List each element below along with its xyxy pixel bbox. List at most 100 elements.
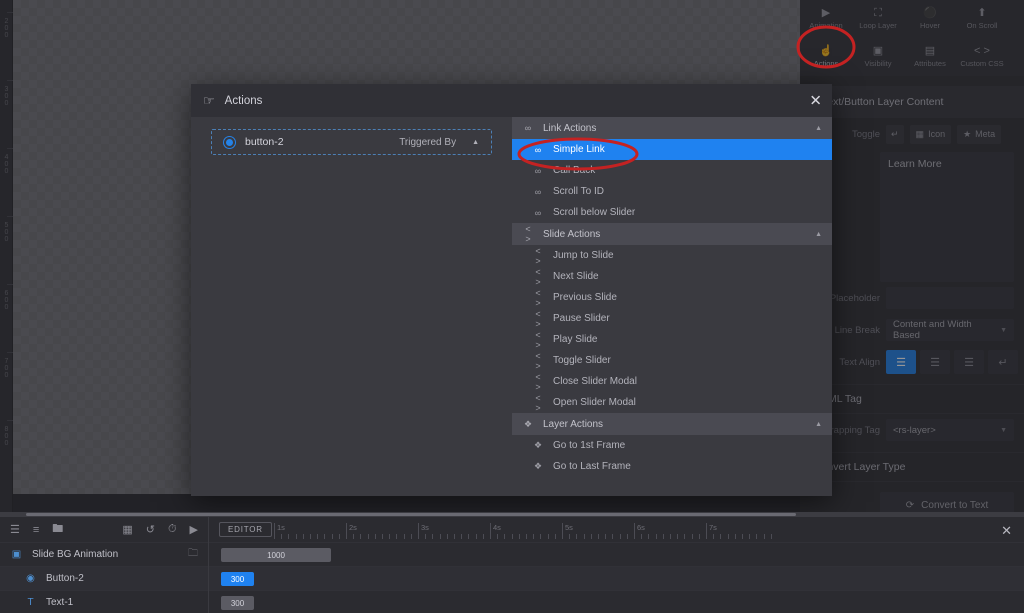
modal-body: button-2 Triggered By ▲ ∞ Link Actions ▲ ∞ S…: [191, 117, 832, 496]
modal-title: Actions: [224, 94, 263, 107]
toolbar-item-hover[interactable]: ⚫ Hover: [904, 0, 956, 38]
meta-chip[interactable]: ★ Meta: [957, 124, 1002, 144]
action-item-previous-slide[interactable]: < > Previous Slide: [512, 287, 832, 308]
action-item-go-to-1st-frame[interactable]: ❖ Go to 1st Frame: [512, 435, 832, 456]
action-item-toggle-slider[interactable]: < > Toggle Slider: [512, 350, 832, 371]
ruler-minor-tick: [504, 534, 506, 539]
timeline-bar[interactable]: 1000: [221, 548, 331, 562]
ruler-minor-tick: [353, 534, 355, 539]
radio-dot-icon: [224, 136, 235, 148]
ruler-minor-tick: [382, 534, 383, 539]
chevron-down-icon: ▼: [1000, 426, 1007, 434]
folder-icon[interactable]: 🖿: [52, 520, 63, 539]
timeline-track[interactable]: 300: [209, 590, 1024, 613]
align-justify-icon[interactable]: ↵: [988, 350, 1018, 374]
action-item-label: Simple Link: [553, 144, 605, 155]
layers-icon: ❖: [533, 440, 543, 450]
timeline-row[interactable]: ◉ Button-2: [0, 566, 208, 590]
ruler-minor-tick: [734, 534, 736, 539]
actions-list-pane[interactable]: ∞ Link Actions ▲ ∞ Simple Link ∞ Call Back ∞ Scr…: [512, 117, 832, 496]
ruler-minor-tick: [497, 534, 499, 539]
toolbar-item-loop-layer[interactable]: ⛶ Loop Layer: [852, 0, 904, 38]
ruler-minor-tick: [691, 534, 693, 539]
ruler-second-label: 5s: [565, 523, 573, 532]
toolbar-item-animation[interactable]: ▶ Animation: [800, 0, 852, 38]
icon-chip[interactable]: ▦ Icon: [909, 124, 952, 144]
timeline-row[interactable]: T Text-1: [0, 590, 208, 613]
timeline-bar[interactable]: 300: [221, 572, 254, 586]
action-item-scroll-below-slider[interactable]: ∞ Scroll below Slider: [512, 202, 832, 223]
action-item-go-to-last-frame[interactable]: ❖ Go to Last Frame: [512, 456, 832, 477]
align-left-icon[interactable]: ☰: [886, 350, 916, 374]
timeline-close-button[interactable]: ✕: [1001, 523, 1012, 539]
action-item-simple-link[interactable]: ∞ Simple Link: [512, 139, 832, 160]
action-item-label: Go to 1st Frame: [553, 440, 626, 451]
loop-icon[interactable]: ↺: [146, 523, 155, 536]
ruler-minor-tick: [446, 534, 448, 539]
caret-up-icon[interactable]: ▲: [815, 231, 822, 238]
ruler-minor-tick: [684, 534, 686, 539]
action-item-next-slide[interactable]: < > Next Slide: [512, 266, 832, 287]
layer-content-textarea[interactable]: Learn More: [880, 152, 1014, 282]
ruler-minor-tick: [770, 534, 772, 539]
action-item-scroll-to-id[interactable]: ∞ Scroll To ID: [512, 181, 832, 202]
action-item-play-slide[interactable]: < > Play Slide: [512, 329, 832, 350]
placeholder-row: Placeholder: [800, 282, 1024, 314]
scrollbar-thumb[interactable]: [26, 513, 796, 516]
action-group-slide-actions[interactable]: < > Slide Actions ▲: [512, 223, 832, 245]
placeholder-input[interactable]: [886, 287, 1014, 309]
modal-close-button[interactable]: ✕: [809, 93, 822, 108]
ruler-major-tick: [634, 523, 635, 539]
caret-up-icon[interactable]: ▲: [815, 421, 822, 428]
align-right-icon[interactable]: ☰: [954, 350, 984, 374]
list-icon[interactable]: ≡: [33, 524, 39, 536]
right-properties-panel: ▶ Animation ⛶ Loop Layer ⚫ Hover ⬆ On Scroll ☝ Ac…: [800, 0, 1024, 518]
timeline-row[interactable]: ▣ Slide BG Animation 🗀: [0, 542, 208, 566]
toolbar-item-attributes[interactable]: ▤ Attributes: [904, 38, 956, 76]
ruler-minor-tick: [569, 534, 571, 539]
line-break-select[interactable]: Content and Width Based ▼: [886, 319, 1014, 341]
ruler-minor-tick: [742, 534, 743, 539]
caret-up-icon[interactable]: ▲: [815, 125, 822, 132]
folder-icon[interactable]: 🗀: [188, 546, 198, 563]
ruler-minor-tick: [367, 534, 369, 539]
toolbar-item-on-scroll[interactable]: ⬆ On Scroll: [956, 0, 1008, 38]
action-item-pause-slider[interactable]: < > Pause Slider: [512, 308, 832, 329]
action-group-link-actions[interactable]: ∞ Link Actions ▲: [512, 117, 832, 139]
ruler-major-tick: [706, 523, 707, 539]
caret-up-icon[interactable]: ▲: [472, 139, 479, 146]
timeline-track[interactable]: 300: [209, 566, 1024, 590]
action-item-call-back[interactable]: ∞ Call Back: [512, 160, 832, 181]
toolbar-item-visibility[interactable]: ▣ Visibility: [852, 38, 904, 76]
document-icon: ▤: [924, 45, 936, 57]
wrapping-tag-select[interactable]: <rs-layer> ▼: [886, 419, 1014, 441]
align-center-icon[interactable]: ☰: [920, 350, 950, 374]
play-icon[interactable]: ▶: [190, 523, 198, 536]
timeline-bar[interactable]: 300: [221, 596, 254, 610]
action-group-layer-actions[interactable]: ❖ Layer Actions ▲: [512, 413, 832, 435]
code-icon: < >: [525, 224, 531, 244]
trigger-item[interactable]: button-2 Triggered By ▲: [211, 129, 492, 155]
return-arrow-icon[interactable]: ↵: [886, 124, 904, 144]
trigger-name: button-2: [245, 136, 284, 148]
stopwatch-icon[interactable]: ⏱: [168, 523, 177, 536]
ruler-tick: 600: [4, 290, 9, 311]
meta-chip-label: Meta: [975, 129, 996, 139]
toolbar-item-custom-css[interactable]: < > Custom CSS: [956, 38, 1008, 76]
vertical-ruler: 200 300 400 500 600 700 800: [0, 0, 13, 512]
editor-badge[interactable]: EDITOR: [219, 522, 272, 537]
layers-icon[interactable]: ☰: [10, 523, 20, 536]
hand-pointer-icon: ☞: [203, 92, 215, 108]
action-item-jump-to-slide[interactable]: < > Jump to Slide: [512, 245, 832, 266]
ruler-minor-tick: [540, 534, 542, 539]
action-item-label: Call Back: [553, 165, 596, 176]
code-icon: < >: [535, 329, 541, 350]
action-item-open-slider-modal[interactable]: < > Open Slider Modal: [512, 392, 832, 413]
timeline-track[interactable]: 1000: [209, 542, 1024, 566]
ruler-minor-tick: [662, 534, 664, 539]
code-icon: < >: [535, 308, 541, 329]
toolbar-item-label: Loop Layer: [859, 21, 897, 30]
grid-icon[interactable]: ▦: [122, 523, 132, 536]
action-item-close-slider-modal[interactable]: < > Close Slider Modal: [512, 371, 832, 392]
toolbar-item-actions[interactable]: ☝ Actions: [800, 38, 852, 76]
